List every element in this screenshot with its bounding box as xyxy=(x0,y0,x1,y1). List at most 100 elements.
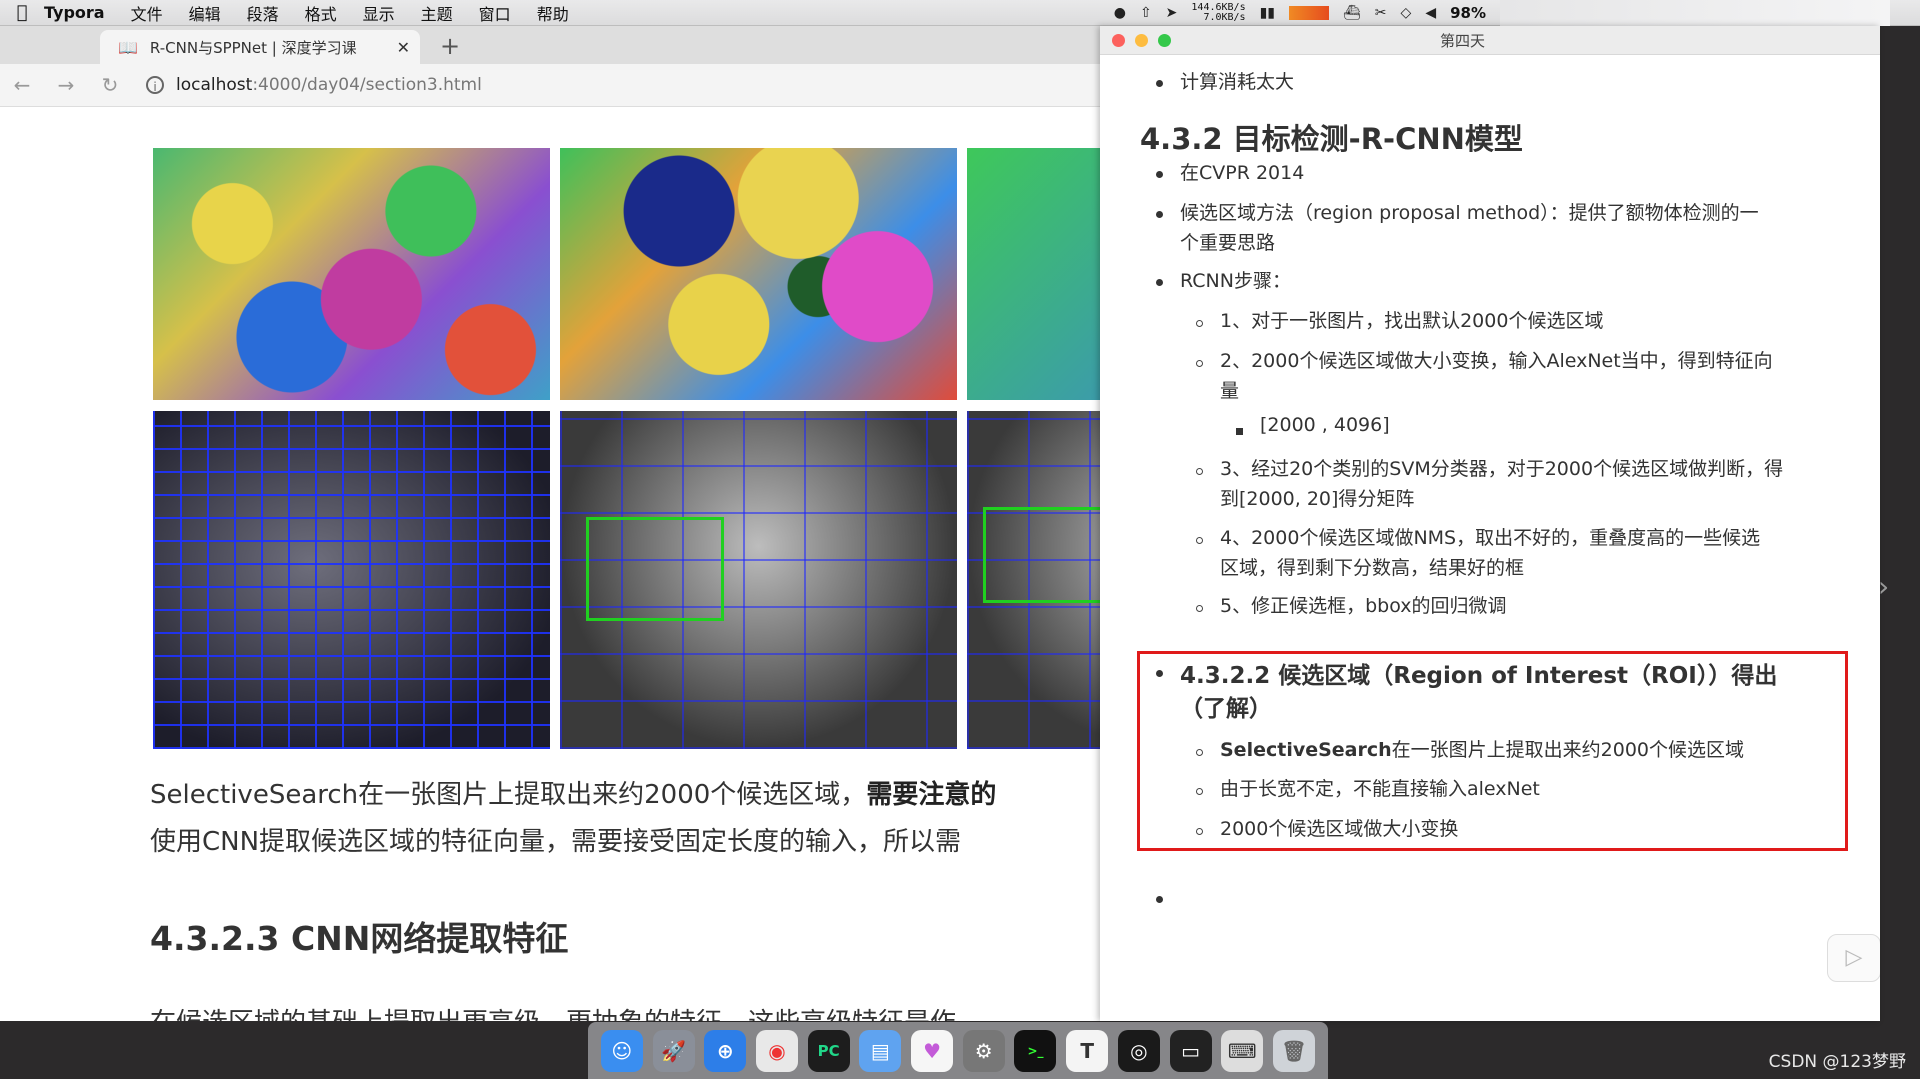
step-4-line1: 4、2000个候选区域做NMS，取出不好的，重叠度高的一些候选 xyxy=(1220,527,1761,549)
play-icon[interactable]: ▷ xyxy=(1827,934,1880,982)
circle-bullet xyxy=(1196,605,1203,612)
roi-item-1-rest: 在一张图片上提取出来约2000个候选区域 xyxy=(1391,739,1745,761)
menu-file[interactable]: 文件 xyxy=(131,1,163,25)
system-preferences-icon[interactable]: ⚙ xyxy=(962,1029,1005,1072)
apple-menu-icon[interactable]:  xyxy=(0,2,44,23)
menu-paragraph[interactable]: 段落 xyxy=(247,1,279,25)
bullet-rcnn-steps: RCNN步骤： xyxy=(1180,270,1291,292)
empty-bullet[interactable] xyxy=(1156,896,1163,903)
tab-bar: 📖 R-CNN与SPPNet | 深度学习课 ✕ + xyxy=(0,26,1100,64)
memory-graph-icon[interactable] xyxy=(1289,6,1330,20)
pycharm-icon[interactable]: PC xyxy=(807,1029,850,1072)
step-2-line1: 2、2000个候选区域做大小变换，输入AlexNet当中，得到特征向 xyxy=(1220,350,1773,372)
chevron-right-icon[interactable]: › xyxy=(1878,570,1889,603)
browser-window: 📖 R-CNN与SPPNet | 深度学习课 ✕ + ← → ↻ i local… xyxy=(0,26,1100,1021)
menu-window[interactable]: 窗口 xyxy=(479,1,511,25)
menu-view[interactable]: 显示 xyxy=(363,1,395,25)
roi-item-2: 由于长宽不定，不能直接输入alexNet xyxy=(1220,778,1540,800)
typora-titlebar: 第四天 xyxy=(1100,26,1880,55)
url-path: :4000/day04/section3.html xyxy=(252,75,482,95)
square-bullet xyxy=(1236,428,1243,435)
bullet-dot xyxy=(1156,171,1163,178)
menubar-blank xyxy=(1500,0,1890,26)
menu-help[interactable]: 帮助 xyxy=(537,1,569,25)
roi-title-line2: （了解） xyxy=(1180,696,1272,722)
send-icon[interactable]: ➤ xyxy=(1166,5,1178,21)
safari-icon[interactable]: ⊕ xyxy=(704,1029,747,1072)
wifi-icon[interactable]: ◇ xyxy=(1401,5,1412,21)
bullet-dot xyxy=(1156,211,1163,218)
segmentation-image-2 xyxy=(560,148,957,400)
battery-percent[interactable]: 98% xyxy=(1450,4,1486,22)
step-3-line2: 到[2000, 20]得分矩阵 xyxy=(1220,488,1415,510)
proposals-image-1 xyxy=(153,411,550,749)
bullet-dot xyxy=(1156,80,1163,87)
cpu-icon[interactable]: ▮▮ xyxy=(1260,5,1275,21)
menu-bar:  Typora 文件 编辑 段落 格式 显示 主题 窗口 帮助 ● ⇧ ➤ 1… xyxy=(0,0,1920,26)
close-window-button[interactable] xyxy=(1112,34,1125,47)
menu-edit[interactable]: 编辑 xyxy=(189,1,221,25)
new-tab-button[interactable]: + xyxy=(440,32,460,60)
scissors-icon[interactable]: ✂ xyxy=(1375,5,1387,21)
menu-format[interactable]: 格式 xyxy=(305,1,337,25)
reader-book-icon: 📖 xyxy=(118,37,138,57)
typora-window: 第四天 计算消耗太大 4.3.2 目标检测-R-CNN模型 在CVPR 2014… xyxy=(1100,26,1880,1021)
bullet-rpm-line2: 个重要思路 xyxy=(1180,232,1276,254)
segmentation-image-3 xyxy=(967,148,1100,400)
tab-title: R-CNN与SPPNet | 深度学习课 xyxy=(149,38,357,57)
minimize-window-button[interactable] xyxy=(1135,34,1148,47)
watermark: CSDN @123梦野 xyxy=(1768,1052,1906,1072)
upload-icon[interactable]: ⇧ xyxy=(1140,5,1152,21)
back-arrow-icon[interactable]: ← xyxy=(0,73,44,97)
keynote-icon[interactable]: ▤ xyxy=(859,1029,902,1072)
address-bar: ← → ↻ i localhost:4000/day04/section3.ht… xyxy=(0,64,1100,107)
app-name-menu[interactable]: Typora xyxy=(44,3,105,22)
roi-item-3: 2000个候选区域做大小变换 xyxy=(1220,818,1459,840)
chrome-icon[interactable]: ◉ xyxy=(755,1029,798,1072)
typora-dock-icon[interactable]: T xyxy=(1066,1029,1109,1072)
section-heading: 4.3.2.3 CNN网络提取特征 xyxy=(150,919,569,958)
circle-bullet xyxy=(1196,320,1203,327)
forward-arrow-icon[interactable]: → xyxy=(44,73,88,97)
bullet-rpm-line1: 候选区域方法（region proposal method）：提供了额物体检测的… xyxy=(1180,202,1759,224)
roi-item-1-bold: SelectiveSearch xyxy=(1220,739,1392,761)
circle-bullet xyxy=(1196,468,1203,475)
page-content: SelectiveSearch在一张图片上提取出来约2000个候选区域，需要注意… xyxy=(0,122,1100,1021)
url-host: localhost xyxy=(176,75,253,95)
tab-close-icon[interactable]: ✕ xyxy=(397,38,410,57)
step-5: 5、修正候选框，bbox的回归微调 xyxy=(1220,595,1507,617)
circle-bullet xyxy=(1196,828,1203,835)
step-1: 1、对于一张图片，找出默认2000个候选区域 xyxy=(1220,310,1604,332)
detection-box-green xyxy=(586,517,724,621)
status-area: ● ⇧ ➤ 144.6KB/s 7.0KB/s ▮▮ ⛴ ✂ ◇ ◀ 98% xyxy=(1114,0,1920,26)
skype-icon[interactable]: ● xyxy=(1114,5,1126,21)
window-thumbnail-icon[interactable]: ▭ xyxy=(1169,1029,1212,1072)
volume-icon[interactable]: ◀ xyxy=(1425,5,1436,21)
launchpad-icon[interactable]: 🚀 xyxy=(652,1029,695,1072)
reload-icon[interactable]: ↻ xyxy=(88,73,132,97)
circle-bullet xyxy=(1196,788,1203,795)
trash-icon[interactable]: 🗑 xyxy=(1272,1029,1315,1072)
network-speed: 144.6KB/s 7.0KB/s xyxy=(1191,3,1245,23)
site-info-icon[interactable]: i xyxy=(146,76,164,94)
maximize-window-button[interactable] xyxy=(1158,34,1171,47)
url-field[interactable]: localhost:4000/day04/section3.html xyxy=(176,75,482,95)
paw-app-icon[interactable]: ♥ xyxy=(911,1029,954,1072)
bullet-cvpr: 在CVPR 2014 xyxy=(1180,162,1305,184)
step-4-line2: 区域，得到剩下分数高，结果好的框 xyxy=(1220,557,1525,579)
bullet-dot xyxy=(1156,279,1163,286)
obs-icon[interactable]: ◎ xyxy=(1117,1029,1160,1072)
segmentation-image-1 xyxy=(153,148,550,400)
browser-tab[interactable]: 📖 R-CNN与SPPNet | 深度学习课 ✕ xyxy=(100,30,420,64)
circle-bullet xyxy=(1196,749,1203,756)
para-normal: SelectiveSearch在一张图片上提取出来约2000个候选区域， xyxy=(150,780,867,810)
keyboard-viewer-icon[interactable]: ⌨ xyxy=(1221,1029,1264,1072)
menu-theme[interactable]: 主题 xyxy=(421,1,453,25)
circle-bullet xyxy=(1196,537,1203,544)
terminal-icon[interactable]: >_ xyxy=(1014,1029,1057,1072)
finder-icon[interactable]: ☺ xyxy=(600,1029,643,1072)
bullet-dot xyxy=(1156,670,1163,677)
step-3-line1: 3、经过20个类别的SVM分类器，对于2000个候选区域做判断，得 xyxy=(1220,458,1784,480)
bullet-compute-cost: 计算消耗太大 xyxy=(1180,71,1295,93)
docker-icon[interactable]: ⛴ xyxy=(1343,5,1361,21)
